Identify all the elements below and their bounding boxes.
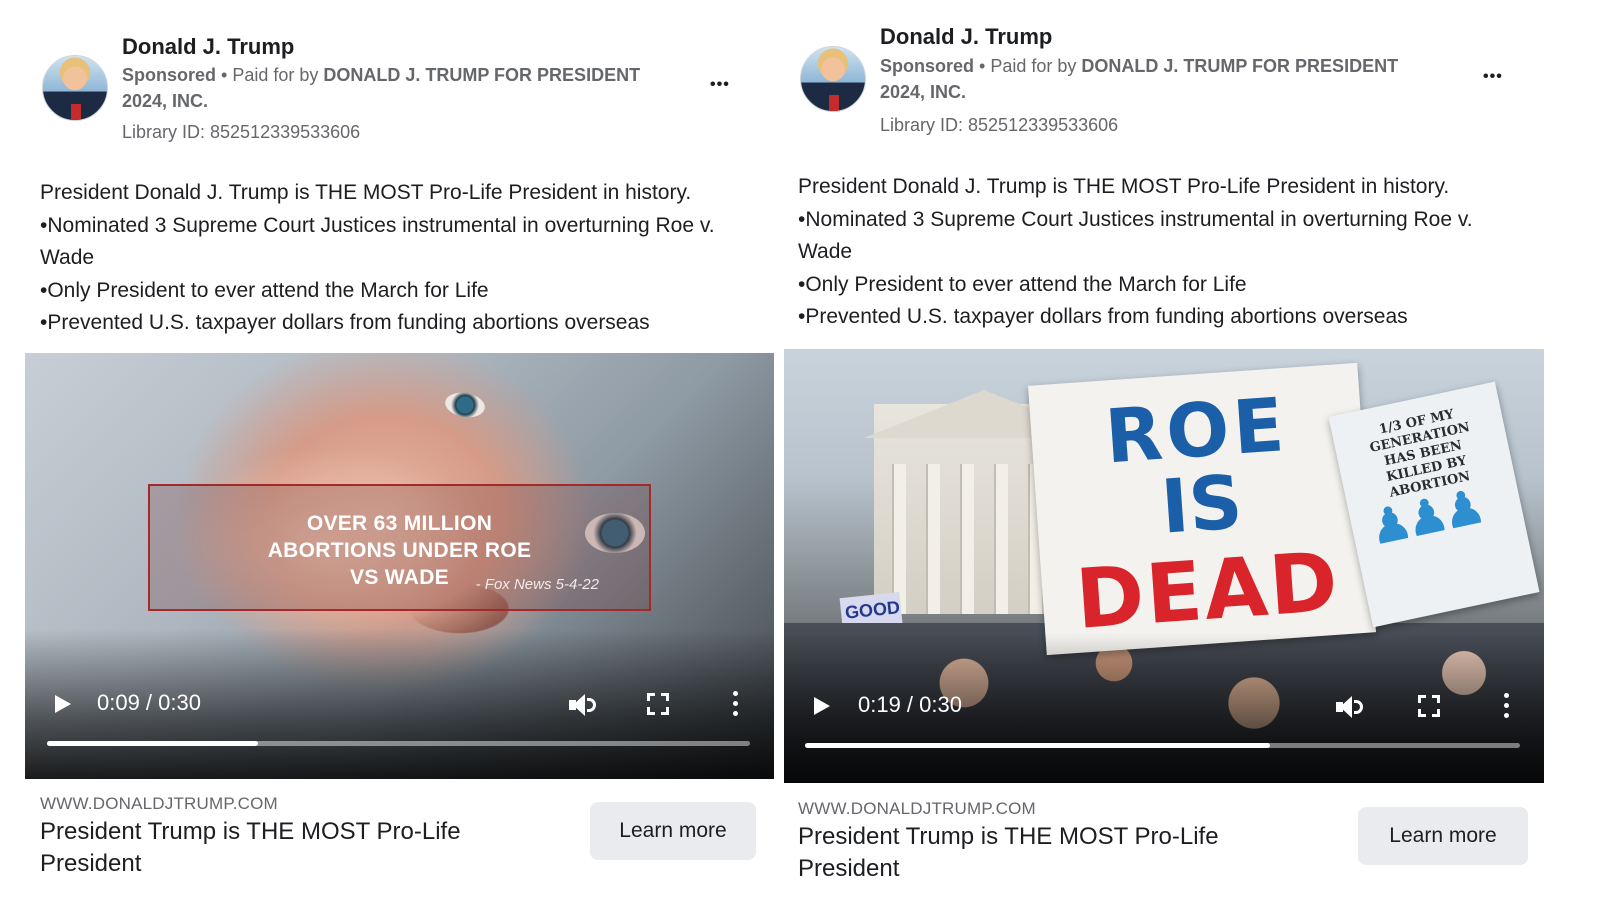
body-line: •Only President to ever attend the March…: [798, 272, 1247, 296]
ad-link-footer[interactable]: WWW.DONALDJTRUMP.COM President Trump is …: [798, 799, 1528, 909]
link-headline[interactable]: President Trump is THE MOST Pro-Life Pre…: [798, 821, 1278, 885]
link-domain[interactable]: WWW.DONALDJTRUMP.COM: [40, 794, 278, 814]
ad-header: Donald J. Trump Sponsored • Paid for by …: [42, 30, 782, 160]
video-menu-icon[interactable]: [1503, 693, 1511, 719]
video-progress-bar[interactable]: [47, 741, 750, 746]
link-domain[interactable]: WWW.DONALDJTRUMP.COM: [798, 799, 1036, 819]
video-controls: 0:09 / 0:30: [25, 679, 774, 779]
body-line: •Only President to ever attend the March…: [40, 278, 489, 302]
body-line: President Donald J. Trump is THE MOST Pr…: [798, 175, 1450, 198]
body-line: •Nominated 3 Supreme Court Justices inst…: [798, 207, 1473, 264]
ad-header: Donald J. Trump Sponsored • Paid for by …: [800, 22, 1540, 152]
library-id: Library ID: 852512339533606: [880, 115, 1119, 135]
fullscreen-icon[interactable]: [1418, 695, 1440, 717]
volume-icon[interactable]: [1334, 693, 1364, 721]
learn-more-button[interactable]: Learn more: [590, 802, 756, 860]
sponsored-label: Sponsored: [122, 65, 217, 85]
video-time: 0:19 / 0:30: [858, 692, 962, 717]
baby-eye: [443, 389, 487, 421]
body-line: •Prevented U.S. taxpayer dollars from fu…: [40, 311, 650, 334]
overlay-source: - Fox News 5-4-22: [475, 576, 599, 593]
video-progress-bar[interactable]: [805, 743, 1520, 748]
fullscreen-icon[interactable]: [647, 693, 669, 715]
video-progress-fill: [805, 743, 1270, 748]
video-time: 0:09 / 0:30: [97, 690, 201, 715]
ad-card-left: Donald J. Trump Sponsored • Paid for by …: [0, 0, 800, 924]
volume-icon[interactable]: [567, 691, 597, 719]
more-options-icon[interactable]: •••: [710, 77, 730, 93]
ad-body-text: President Donald J. Trump is THE MOST Pr…: [40, 177, 770, 340]
sponsored-line: Sponsored • Paid for by DONALD J. TRUMP …: [122, 62, 682, 114]
advertiser-name[interactable]: Donald J. Trump: [880, 24, 1052, 50]
body-line: •Prevented U.S. taxpayer dollars from fu…: [798, 305, 1408, 328]
video-controls: 0:19 / 0:30: [784, 681, 1544, 781]
play-icon[interactable]: [53, 693, 73, 715]
advertiser-name[interactable]: Donald J. Trump: [122, 34, 294, 60]
video-progress-fill: [47, 741, 258, 746]
paid-for-prefix: • Paid for by: [216, 65, 324, 85]
ad-card-right: Donald J. Trump Sponsored • Paid for by …: [784, 0, 1600, 924]
advertiser-avatar[interactable]: [800, 46, 866, 112]
ad-body-text: President Donald J. Trump is THE MOST Pr…: [798, 171, 1528, 334]
video-player[interactable]: OVER 63 MILLION ABORTIONS UNDER ROE VS W…: [25, 353, 774, 779]
link-headline[interactable]: President Trump is THE MOST Pro-Life Pre…: [40, 816, 520, 880]
more-options-icon[interactable]: •••: [1483, 69, 1503, 85]
video-overlay-caption: OVER 63 MILLION ABORTIONS UNDER ROE VS W…: [148, 484, 651, 611]
body-line: •Nominated 3 Supreme Court Justices inst…: [40, 213, 715, 270]
sponsored-line: Sponsored • Paid for by DONALD J. TRUMP …: [880, 53, 1440, 105]
play-icon[interactable]: [812, 695, 832, 717]
sponsored-label: Sponsored: [880, 56, 975, 76]
ad-link-footer[interactable]: WWW.DONALDJTRUMP.COM President Trump is …: [40, 794, 770, 904]
advertiser-avatar[interactable]: [42, 55, 108, 121]
video-player[interactable]: GOODROE ROE IS DEAD 1/3 OF MY GENERATION…: [784, 349, 1544, 783]
learn-more-button[interactable]: Learn more: [1358, 807, 1528, 865]
people-icon: ♟♟♟: [1365, 479, 1486, 556]
protest-sign-roe-is-dead: ROE IS DEAD: [1027, 362, 1377, 656]
library-id: Library ID: 852512339533606: [122, 122, 361, 142]
body-line: President Donald J. Trump is THE MOST Pr…: [40, 181, 692, 204]
paid-for-prefix: • Paid for by: [974, 56, 1082, 76]
video-menu-icon[interactable]: [732, 691, 740, 717]
